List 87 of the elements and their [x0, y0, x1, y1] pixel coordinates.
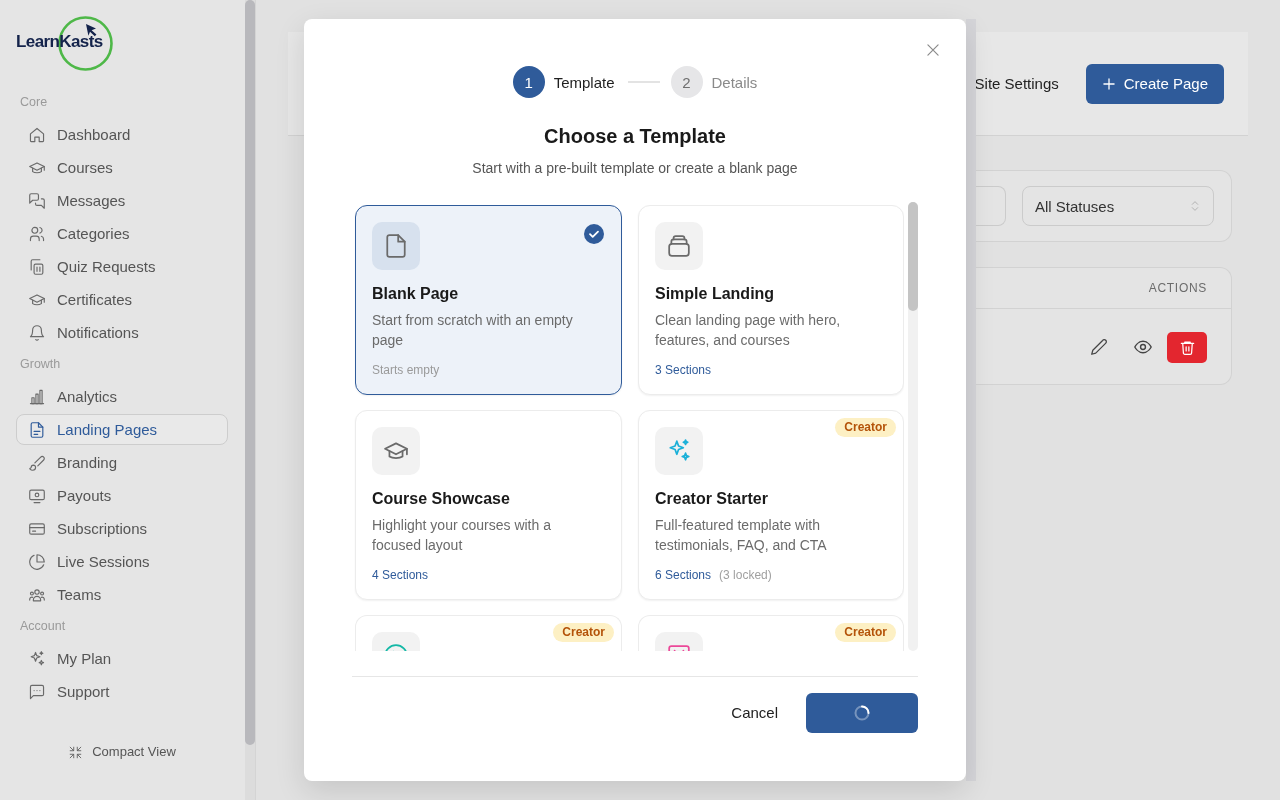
cancel-button[interactable]: Cancel	[731, 703, 778, 723]
template-title: Simple Landing	[655, 284, 776, 304]
nav-item[interactable]: Courses	[16, 152, 228, 183]
brush-icon	[29, 454, 45, 471]
compact-view-button[interactable]: Compact View	[69, 744, 176, 760]
layout-icon	[655, 632, 703, 651]
cash-screen-icon	[29, 487, 45, 504]
template-title: Blank Page	[372, 284, 460, 304]
nav-item[interactable]: Notifications	[16, 317, 228, 348]
nav-item[interactable]: Payouts	[16, 480, 228, 511]
card-list-scrollbar[interactable]	[908, 202, 918, 651]
status-select[interactable]: All Statuses	[1022, 186, 1214, 226]
dialog-title: Choose a Template	[544, 124, 726, 149]
pie-chart-icon	[29, 553, 45, 570]
nav-item[interactable]: My Plan	[16, 643, 228, 674]
graduation-cap-icon	[29, 291, 45, 308]
chevron-updown-icon	[1189, 200, 1201, 212]
loading-button[interactable]	[806, 693, 918, 733]
nav-item[interactable]: Landing Pages	[16, 414, 228, 445]
nav-item[interactable]: Branding	[16, 447, 228, 478]
collapse-arrows-icon	[69, 745, 83, 759]
nav-item[interactable]: Quiz Requests	[16, 251, 228, 282]
trash-icon	[1179, 339, 1195, 355]
section-count: 4 Sections	[372, 567, 429, 583]
template-note: Starts empty	[372, 362, 440, 378]
template-card[interactable]: Creator Creator Starter Full-featured template with testimonials, FAQ, and CTA 6 Sections (3 locked)	[638, 410, 904, 600]
close-icon[interactable]	[925, 42, 941, 58]
step-number: 2	[670, 66, 703, 98]
graduation-cap-icon	[372, 427, 420, 475]
nav-item[interactable]: Subscriptions	[16, 513, 228, 544]
credit-card-icon	[29, 520, 45, 537]
pencil-icon[interactable]	[1091, 339, 1107, 355]
section-count: 3 Sections	[655, 362, 712, 378]
tier-badge: Creator	[553, 623, 614, 642]
bell-icon	[29, 324, 45, 341]
section-count: 6 Sections	[655, 567, 712, 583]
nav-item[interactable]: Teams	[16, 579, 228, 610]
sparkles-icon	[29, 650, 45, 667]
dialog-subtitle: Start with a pre-built template or create a blank page	[472, 159, 798, 178]
check-icon	[584, 224, 604, 244]
plus-icon	[1101, 76, 1116, 91]
nav-item[interactable]: Certificates	[16, 284, 228, 315]
template-title: Course Showcase	[372, 489, 511, 509]
step-label: Details	[711, 73, 758, 91]
template-card[interactable]: Course Showcase Highlight your courses with a focused layout 4 Sections	[355, 410, 622, 600]
stacked-trays-icon	[655, 222, 703, 270]
people-icon	[29, 225, 45, 242]
step-number: 1	[512, 66, 545, 98]
template-title: Creator Starter	[655, 489, 769, 509]
home-icon	[29, 126, 45, 143]
delete-button[interactable]	[1167, 331, 1207, 363]
sparkles-icon	[655, 427, 703, 475]
eye-icon[interactable]	[1134, 338, 1152, 356]
nav-item[interactable]: Analytics	[16, 381, 228, 412]
group-icon	[29, 586, 45, 603]
nav-item[interactable]: Live Sessions	[16, 546, 228, 577]
nav-item[interactable]: Messages	[16, 185, 228, 216]
step-label: Template	[553, 73, 615, 91]
template-description: Clean landing page with hero, features, and courses	[655, 311, 842, 350]
template-description: Full-featured template with testimonials, FAQ, and CTA	[655, 516, 828, 555]
documents-icon	[29, 258, 45, 275]
tier-badge: Creator	[835, 418, 896, 437]
create-page-button[interactable]: Create Page	[1085, 63, 1224, 104]
template-description: Start from scratch with an empty page	[372, 311, 574, 350]
chat-icon	[29, 683, 45, 700]
template-card[interactable]: Simple Landing Clean landing page with hero, features, and courses 3 Sections	[638, 205, 904, 395]
graduation-cap-icon	[29, 159, 45, 176]
column-header: ACTIONS	[1148, 281, 1207, 295]
section-label: Core	[20, 94, 48, 110]
sidebar-scrollbar[interactable]	[245, 0, 255, 800]
tier-badge: Creator	[835, 623, 896, 642]
section-label: Growth	[20, 356, 61, 372]
site-settings-button[interactable]: Site Settings	[974, 73, 1059, 94]
locked-count: (3 locked)	[719, 567, 772, 583]
template-card[interactable]: Blank Page Start from scratch with an empty page Starts empty	[355, 205, 622, 395]
nav-item[interactable]: Support	[16, 676, 228, 707]
template-card[interactable]: Creator	[355, 615, 622, 651]
template-description: Highlight your courses with a focused layout	[372, 516, 552, 555]
template-card[interactable]: Creator	[638, 615, 904, 651]
chat-bubbles-icon	[29, 192, 45, 209]
file-icon	[372, 222, 420, 270]
nav-item[interactable]: Dashboard	[16, 119, 228, 150]
bar-chart-icon	[29, 388, 45, 405]
nav-item[interactable]: Categories	[16, 218, 228, 249]
document-icon	[29, 421, 45, 438]
section-label: Account	[20, 618, 66, 634]
modal-scrollbar[interactable]	[966, 19, 976, 781]
